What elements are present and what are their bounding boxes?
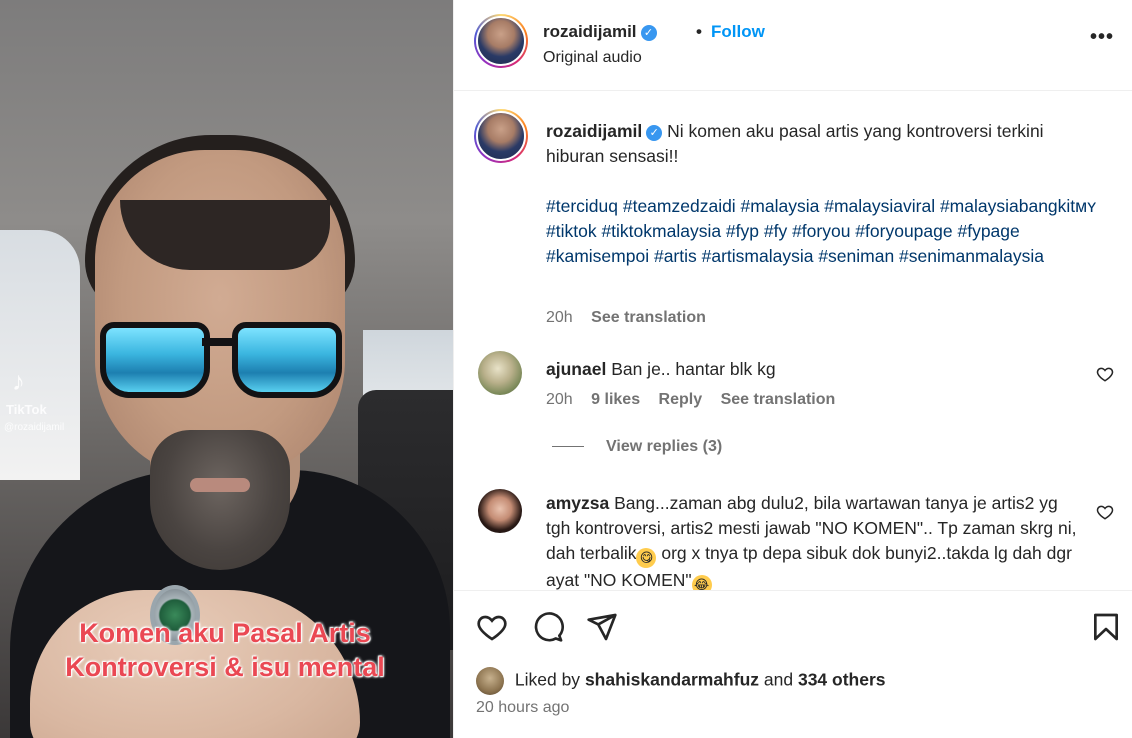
liked-by: Liked by shahiskandarmahfuz and 334 othe… <box>476 667 886 697</box>
audio-label[interactable]: Original audio <box>543 49 642 67</box>
commenter-avatar[interactable] <box>478 489 522 533</box>
caption-meta: 20h See translation <box>546 309 720 327</box>
sunglasses-lens-right <box>232 322 342 398</box>
video-caption-line-1: Komen aku Pasal Artis <box>79 618 371 648</box>
car-window <box>0 230 80 480</box>
comment-like-icon[interactable] <box>1096 365 1114 383</box>
save-icon[interactable] <box>1090 611 1122 643</box>
tiktok-handle: @rozaidijamil <box>4 422 65 433</box>
caption-hashtags[interactable]: #terciduq #teamzedzaidi #malaysia #malay… <box>546 196 1096 266</box>
liked-by-and: and <box>763 669 794 690</box>
view-replies-label: View replies (3) <box>606 438 723 455</box>
laughing-emoji-icon: 😂 <box>691 575 712 590</box>
caption-username[interactable]: rozaidijamil <box>546 121 642 141</box>
view-replies-button[interactable]: View replies (3) <box>552 438 722 456</box>
action-bar: Liked by shahiskandarmahfuz and 334 othe… <box>454 590 1132 738</box>
caption-text: rozaidijamil ✓ Ni komen aku pasal artis y… <box>546 119 1106 269</box>
person-beard <box>150 430 290 570</box>
liker-avatar[interactable] <box>476 667 504 695</box>
see-translation-link[interactable]: See translation <box>721 391 836 408</box>
post-time[interactable]: 20 hours ago <box>476 699 569 717</box>
replies-divider <box>552 446 584 448</box>
see-translation-link[interactable]: See translation <box>591 309 706 326</box>
video-caption-line-2: Kontroversi & isu mental <box>65 652 385 682</box>
post-header: rozaidijamil ✓ • Follow Original audio ••… <box>474 14 1114 72</box>
liker-username[interactable]: shahiskandarmahfuz <box>585 670 759 690</box>
separator-dot: • <box>696 22 702 41</box>
post-panel: rozaidijamil ✓ • Follow Original audio ••… <box>453 0 1132 738</box>
yum-emoji-icon: 😋 <box>636 548 657 568</box>
share-icon[interactable] <box>586 611 618 643</box>
commenter-username[interactable]: ajunael <box>546 359 606 379</box>
post-media[interactable]: ♪ TikTok @rozaidijamil Komen aku Pasal A… <box>0 0 453 738</box>
comments-scroll-area[interactable]: rozaidijamil ✓ Ni komen aku pasal artis y… <box>454 90 1132 590</box>
verified-icon: ✓ <box>640 25 657 41</box>
more-options-icon[interactable]: ••• <box>1090 26 1114 49</box>
author-username[interactable]: rozaidijamil <box>543 22 637 41</box>
likes-others-link[interactable]: 334 others <box>798 670 886 690</box>
follow-button[interactable]: Follow <box>711 22 765 42</box>
comment-text: Ban je.. hantar blk kg <box>611 359 776 379</box>
tiktok-icon: ♪ <box>12 366 25 396</box>
like-icon[interactable] <box>476 611 508 643</box>
author-avatar[interactable] <box>474 14 528 68</box>
verified-icon: ✓ <box>646 125 663 141</box>
comment-time: 20h <box>546 391 573 408</box>
commenter-avatar[interactable] <box>478 351 522 395</box>
comment-likes[interactable]: 9 likes <box>591 391 640 408</box>
reply-button[interactable]: Reply <box>659 391 703 408</box>
caption-avatar[interactable] <box>474 109 528 163</box>
person-mouth <box>190 478 250 492</box>
comment-icon[interactable] <box>532 611 564 643</box>
commenter-username[interactable]: amyzsa <box>546 493 609 513</box>
liked-by-prefix: Liked by <box>514 669 581 690</box>
caption-time: 20h <box>546 309 573 326</box>
sunglasses <box>92 322 348 404</box>
comment-like-icon[interactable] <box>1096 503 1114 521</box>
sunglasses-lens-left <box>100 322 210 398</box>
tiktok-watermark: TikTok <box>6 402 47 417</box>
comment-meta: 20h 9 likes Reply See translation <box>546 391 849 409</box>
